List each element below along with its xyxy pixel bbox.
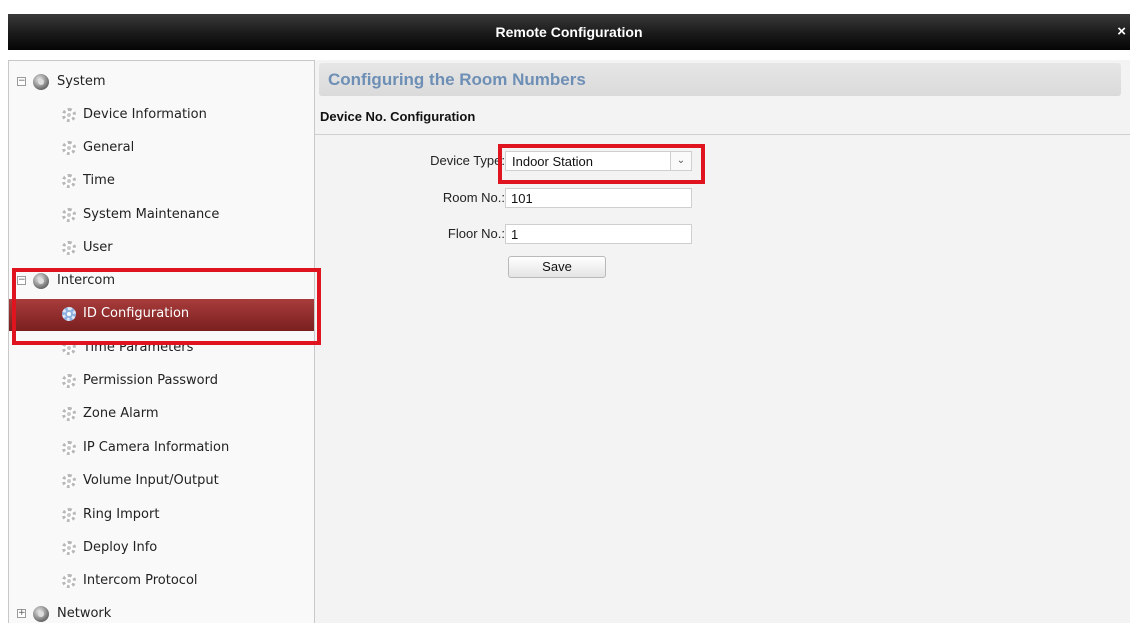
room-no-input[interactable]: 101: [505, 188, 692, 208]
floor-no-label: Floor No.:: [447, 226, 505, 241]
gear-icon: [62, 307, 76, 321]
gear-icon: [62, 441, 76, 455]
tree-item-label: System Maintenance: [83, 207, 220, 222]
floor-no-input[interactable]: 1: [505, 224, 692, 244]
tree-item-label: Deploy Info: [83, 540, 158, 555]
tree-item-label: User: [83, 240, 113, 255]
tree-item-id-configuration[interactable]: ID Configuration: [9, 299, 314, 331]
tree-item-label: IP Camera Information: [83, 440, 230, 455]
tree-item-label: Time: [83, 173, 115, 188]
tree-item-general[interactable]: General: [9, 133, 314, 163]
title-bar: Remote Configuration ×: [8, 14, 1130, 50]
tree-item-time[interactable]: Time: [9, 166, 314, 196]
gear-icon: [62, 341, 76, 355]
gear-icon: [62, 474, 76, 488]
settings-gear-icon: [33, 606, 49, 622]
tree-item-label: Intercom Protocol: [83, 573, 198, 588]
tree-item-label: Permission Password: [83, 373, 218, 388]
tree-item-label: General: [83, 140, 135, 155]
gear-icon: [62, 508, 76, 522]
settings-gear-icon: [33, 273, 49, 289]
section-header: Configuring the Room Numbers: [319, 63, 1121, 96]
tree-item-user[interactable]: User: [9, 233, 314, 263]
tree-item-label: Time Parameters: [83, 340, 194, 355]
tree-item-ip-camera-information[interactable]: IP Camera Information: [9, 433, 314, 463]
tree-item-label: Device Information: [83, 107, 207, 122]
divider: [315, 134, 1130, 135]
gear-icon: [62, 108, 76, 122]
save-button[interactable]: Save: [508, 256, 606, 278]
tree-item-label: Zone Alarm: [83, 406, 159, 421]
tree-group-label: System: [57, 74, 106, 89]
collapse-icon[interactable]: −: [17, 77, 26, 86]
tree-item-intercom-protocol[interactable]: Intercom Protocol: [9, 566, 314, 596]
device-type-value: Indoor Station: [512, 154, 593, 169]
section-title: Configuring the Room Numbers: [328, 70, 586, 89]
tree-item-label: ID Configuration: [83, 306, 190, 321]
tree-item-time-parameters[interactable]: Time Parameters: [9, 333, 314, 363]
gear-icon: [62, 374, 76, 388]
gear-icon: [62, 574, 76, 588]
tree-item-label: Volume Input/Output: [83, 473, 219, 488]
gear-icon: [62, 407, 76, 421]
tree-group-system[interactable]: − System: [9, 67, 314, 97]
gear-icon: [62, 141, 76, 155]
collapse-icon[interactable]: −: [17, 276, 26, 285]
main-panel: Configuring the Room Numbers Device No. …: [315, 60, 1130, 623]
tree-group-label: Network: [57, 606, 112, 621]
tree-group-network[interactable]: + Network: [9, 599, 314, 629]
tree-item-device-information[interactable]: Device Information: [9, 100, 314, 130]
close-icon[interactable]: ×: [1117, 23, 1126, 40]
chevron-down-icon[interactable]: ⌄: [670, 152, 691, 170]
tree-group-intercom[interactable]: − Intercom: [9, 266, 314, 296]
window-title: Remote Configuration: [495, 24, 643, 40]
tree-item-permission-password[interactable]: Permission Password: [9, 366, 314, 396]
gear-icon: [62, 174, 76, 188]
room-no-label: Room No.:: [442, 190, 505, 205]
gear-icon: [62, 241, 76, 255]
tree-item-volume-input-output[interactable]: Volume Input/Output: [9, 466, 314, 496]
tree-item-ring-import[interactable]: Ring Import: [9, 500, 314, 530]
tree-item-deploy-info[interactable]: Deploy Info: [9, 533, 314, 563]
device-type-select[interactable]: Indoor Station ⌄: [505, 151, 692, 171]
gear-icon: [62, 208, 76, 222]
tree-group-label: Intercom: [57, 273, 115, 288]
expand-icon[interactable]: +: [17, 609, 26, 618]
gear-icon: [62, 541, 76, 555]
tree-item-zone-alarm[interactable]: Zone Alarm: [9, 399, 314, 429]
settings-gear-icon: [33, 74, 49, 90]
tree-item-system-maintenance[interactable]: System Maintenance: [9, 200, 314, 230]
device-no-configuration-heading: Device No. Configuration: [320, 109, 476, 124]
config-tree-sidebar: − System Device Information General Time…: [8, 60, 315, 623]
device-type-label: Device Type:: [430, 153, 505, 168]
tree-item-label: Ring Import: [83, 507, 160, 522]
